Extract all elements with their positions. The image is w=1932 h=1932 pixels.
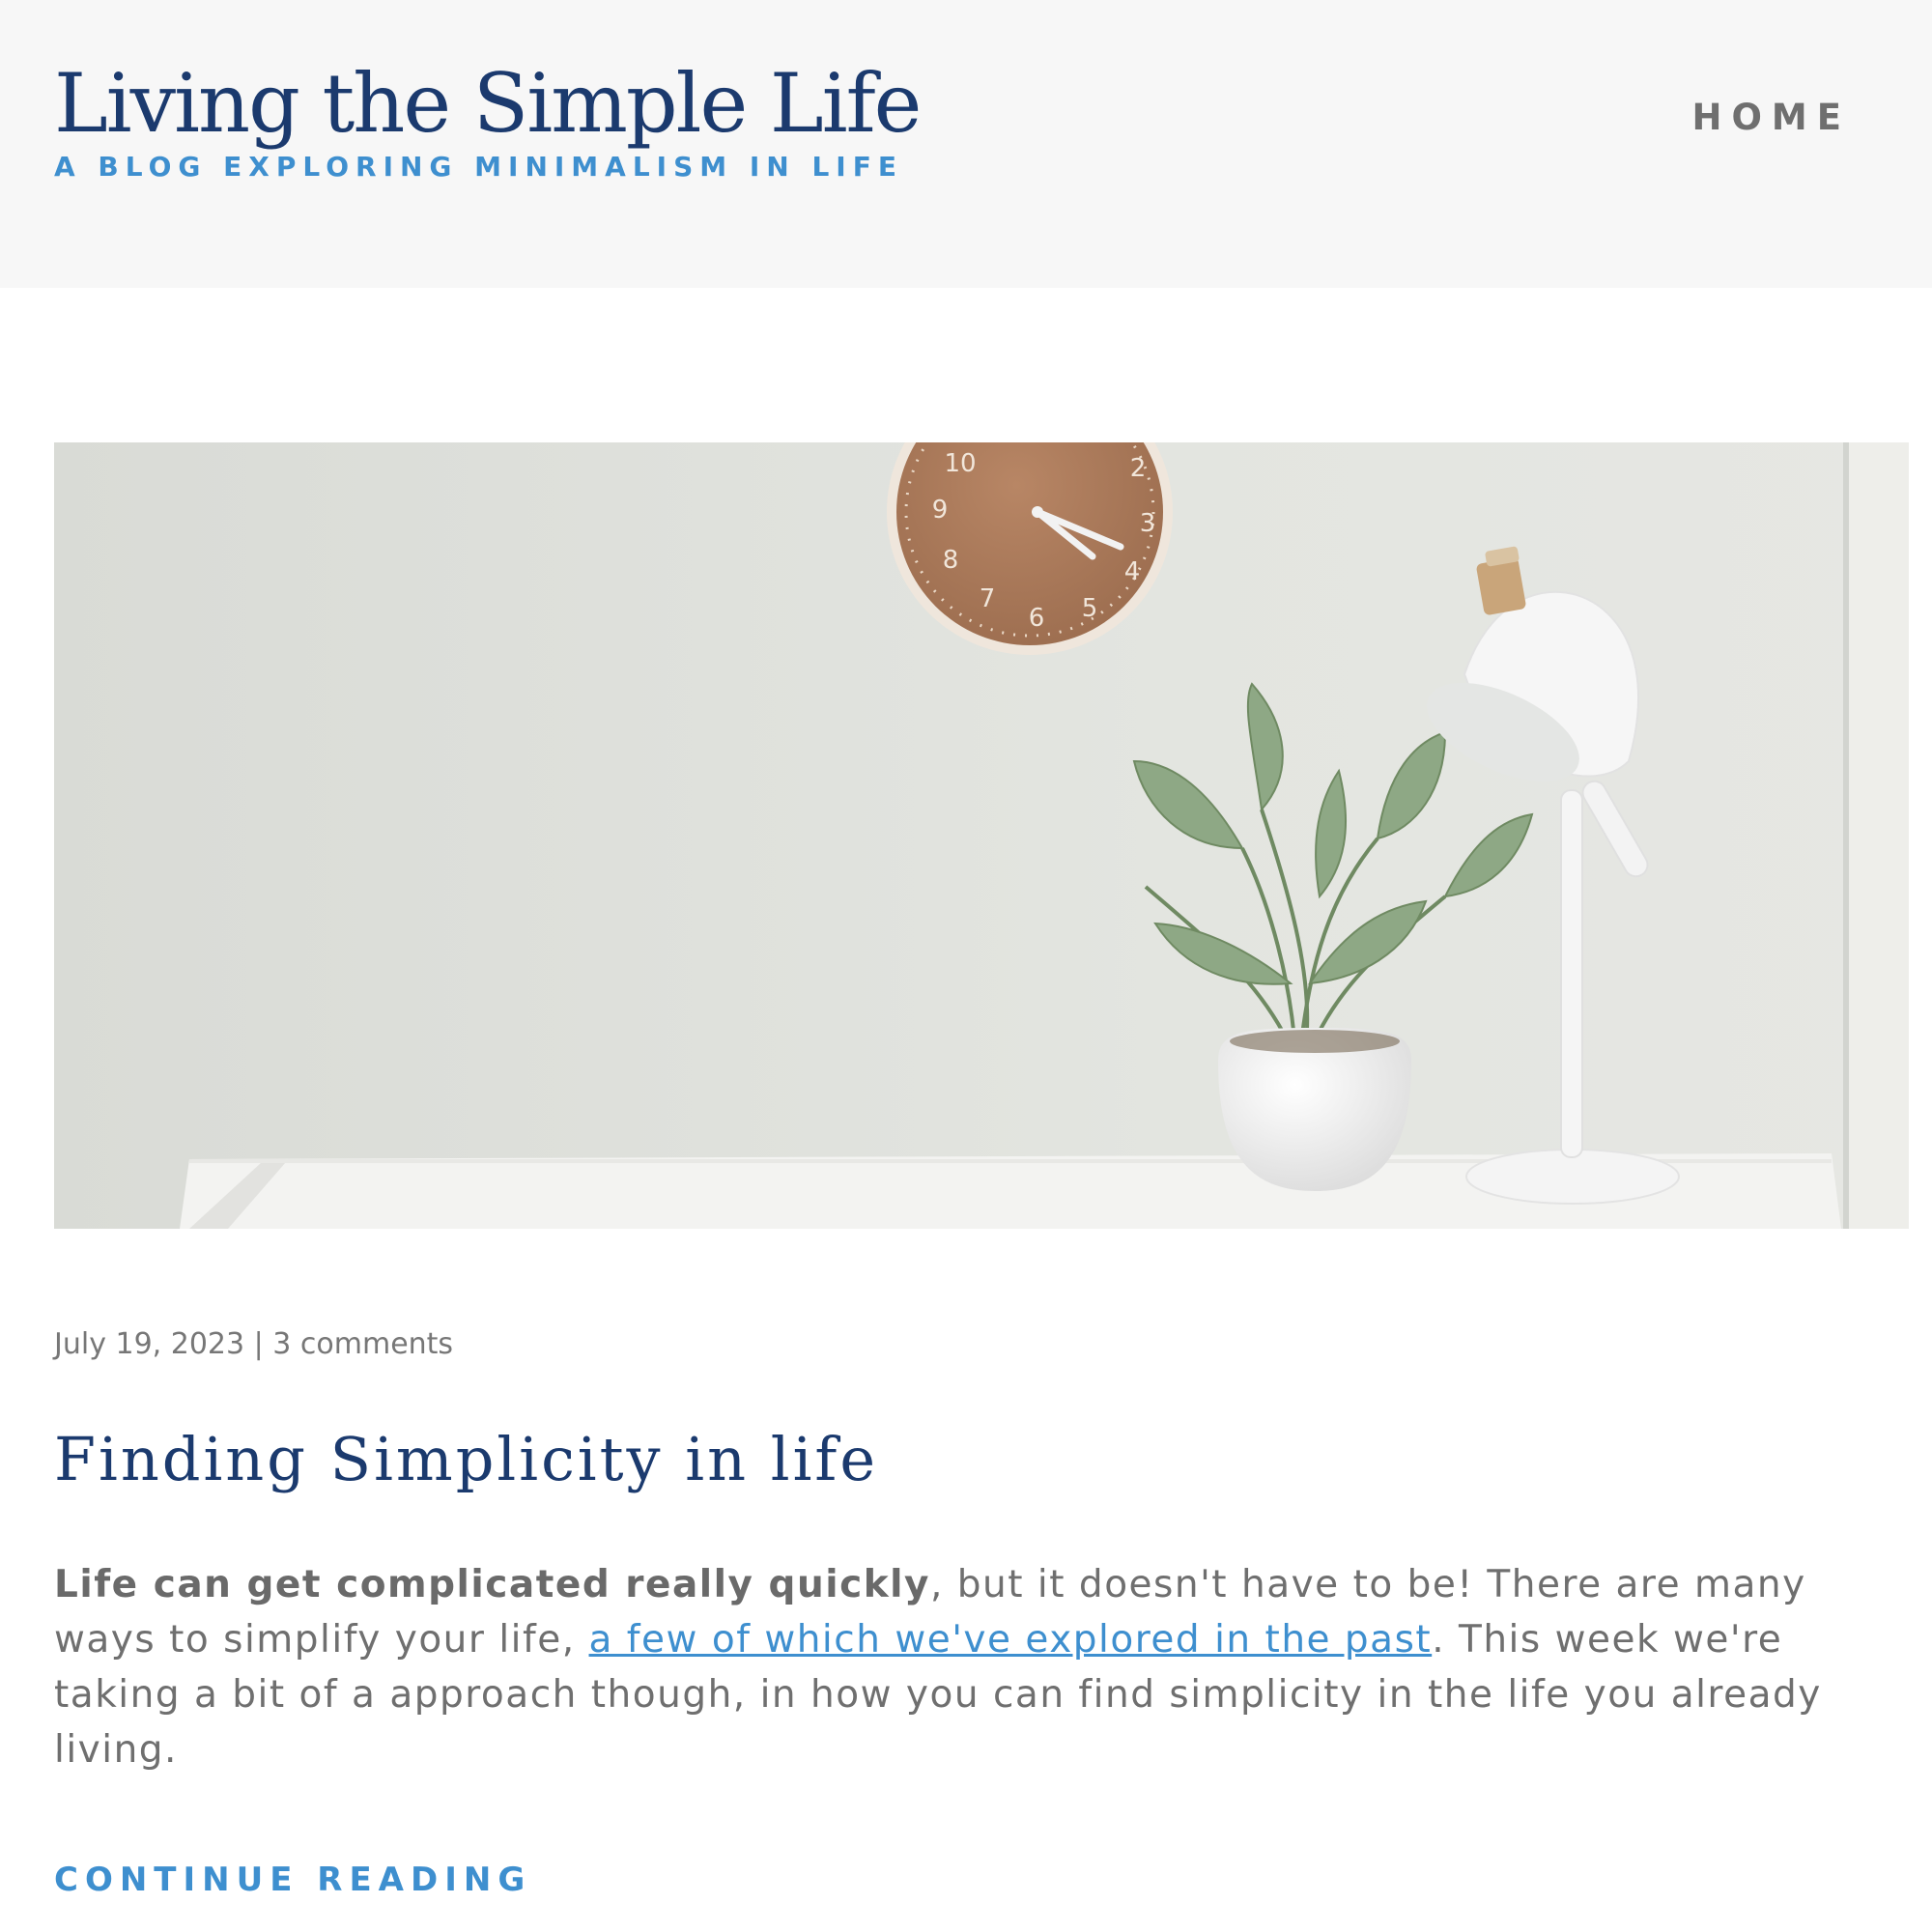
- post-date: July 19, 2023: [54, 1327, 245, 1361]
- comments-link[interactable]: 3 comments: [272, 1327, 453, 1361]
- continue-reading-link[interactable]: CONTINUE READING: [54, 1861, 531, 1899]
- featured-image[interactable]: 10 2 9 3 8 4 7 6 5: [54, 442, 1909, 1229]
- clock-number: 9: [932, 496, 949, 525]
- meta-separator: |: [244, 1327, 273, 1361]
- clock-number: 4: [1124, 557, 1141, 586]
- clock-number: 8: [943, 546, 959, 575]
- post-title[interactable]: Finding Simplicity in life: [54, 1424, 878, 1494]
- excerpt-link[interactable]: a few of which we've explored in the pas…: [589, 1618, 1433, 1662]
- clock-number: 3: [1140, 509, 1156, 538]
- post-excerpt: Life can get complicated really quickly,…: [54, 1557, 1889, 1777]
- excerpt-bold-lead: Life can get complicated really quickly: [54, 1563, 930, 1606]
- nav-home-link[interactable]: HOME: [1691, 97, 1851, 138]
- clock-number: 2: [1130, 454, 1147, 483]
- site-tagline: A BLOG EXPLORING MINIMALISM IN LIFE: [54, 151, 903, 183]
- door-frame: [1843, 442, 1909, 1229]
- post-meta: July 19, 2023 | 3 comments: [54, 1327, 453, 1361]
- clock-number: 10: [944, 449, 976, 478]
- featured-image-illustration: 10 2 9 3 8 4 7 6 5: [54, 442, 1909, 1229]
- site-title[interactable]: Living the Simple Life: [54, 50, 922, 156]
- clock-number: 6: [1029, 604, 1045, 633]
- clock-number: 5: [1082, 594, 1098, 623]
- clock-number: 7: [980, 584, 996, 613]
- site-header: Living the Simple Life A BLOG EXPLORING …: [0, 0, 1932, 288]
